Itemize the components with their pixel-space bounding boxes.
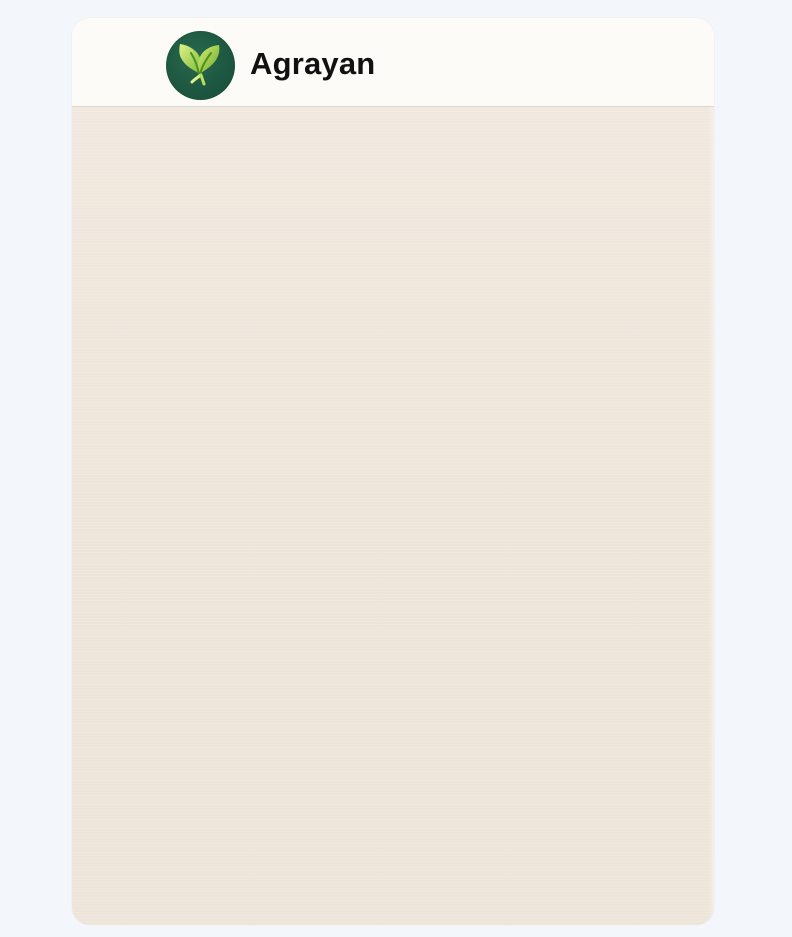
brand-name: Agrayan: [250, 46, 376, 81]
brand-logo[interactable]: [166, 31, 235, 100]
app-card: Agrayan: [72, 18, 714, 925]
leaf-logo-icon: [179, 44, 220, 86]
main-content-area: [72, 107, 714, 925]
app-header: Agrayan: [72, 18, 714, 107]
